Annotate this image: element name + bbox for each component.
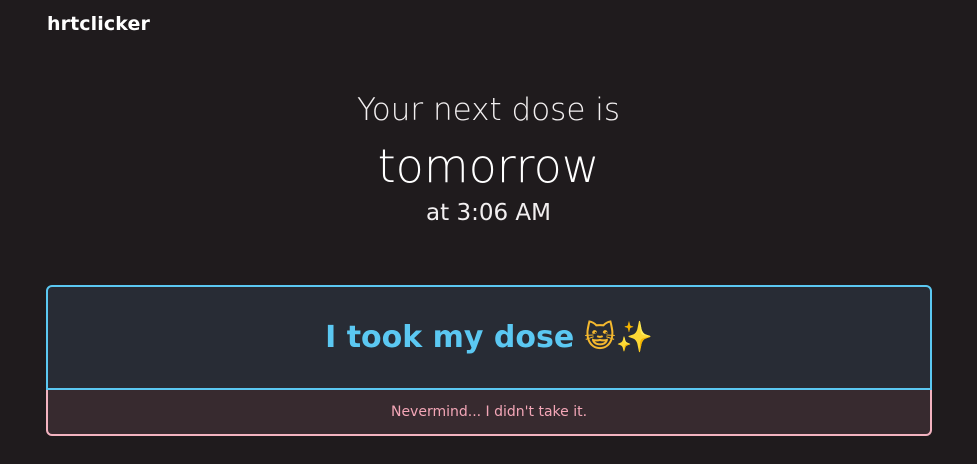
took-dose-label: I took my dose: [325, 320, 575, 355]
cat-sparkles-icon: 😺✨: [584, 320, 653, 355]
next-dose-time: at 3:06 AM: [426, 200, 551, 226]
dose-action-card: I took my dose 😺✨ Nevermind... I didn't …: [46, 285, 932, 436]
undo-dose-label: Nevermind... I didn't take it.: [390, 404, 588, 420]
next-dose-section: Your next dose is tomorrow at 3:06 AM: [0, 88, 977, 228]
undo-dose-button[interactable]: Nevermind... I didn't take it.: [46, 390, 932, 436]
app-root: hrtclicker Your next dose is tomorrow at…: [0, 0, 977, 464]
next-dose-intro: Your next dose is: [356, 92, 621, 128]
app-logo[interactable]: hrtclicker: [47, 13, 150, 35]
took-dose-button[interactable]: I took my dose 😺✨: [46, 285, 932, 390]
next-dose-day: tomorrow: [377, 139, 600, 193]
